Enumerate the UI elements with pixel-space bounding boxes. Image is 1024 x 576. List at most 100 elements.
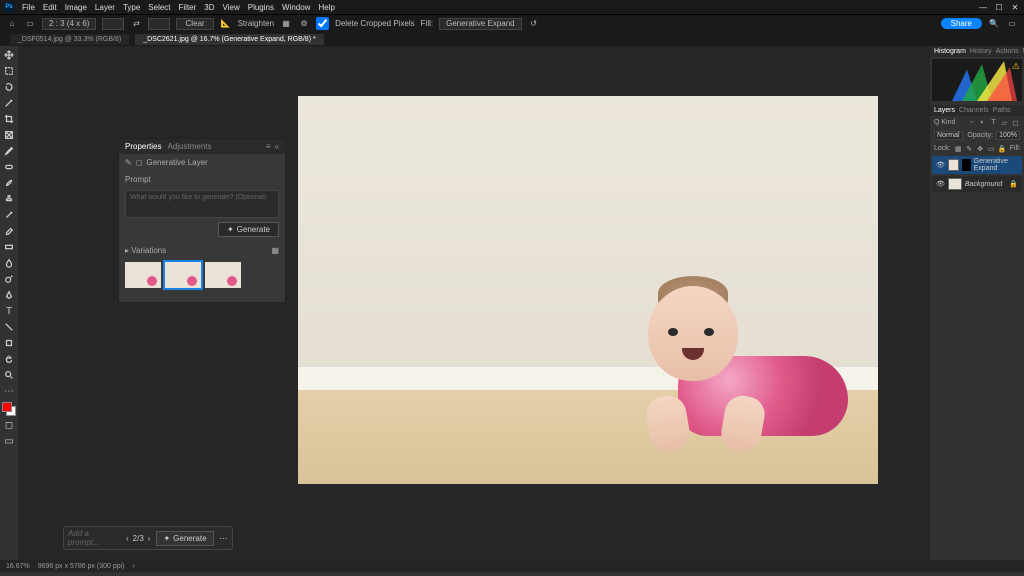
zoom-tool-icon[interactable] xyxy=(2,368,16,382)
filter-adjust-icon[interactable]: ◐ xyxy=(978,118,987,127)
zoom-level[interactable]: 16.67% xyxy=(6,563,30,570)
menu-plugins[interactable]: Plugins xyxy=(248,3,274,12)
generate-button[interactable]: ✦ Generate xyxy=(218,222,279,237)
straighten-icon[interactable]: 📐 xyxy=(220,18,232,30)
maximize-icon[interactable]: ☐ xyxy=(994,3,1004,12)
variations-label[interactable]: ▸ Variations xyxy=(125,246,166,255)
crop-width-field[interactable] xyxy=(102,18,124,30)
tab-properties[interactable]: Properties xyxy=(125,142,161,151)
tab-paths[interactable]: Paths xyxy=(993,107,1011,114)
tab-history[interactable]: History xyxy=(970,48,992,55)
clear-button[interactable]: Clear xyxy=(176,18,213,30)
blend-mode-dropdown[interactable]: Normal xyxy=(934,131,963,140)
overlay-icon[interactable]: ▦ xyxy=(280,18,292,30)
screenmode-icon[interactable]: ▭ xyxy=(2,434,16,448)
filter-smart-icon[interactable]: ◻ xyxy=(1011,118,1020,127)
menu-select[interactable]: Select xyxy=(148,3,170,12)
eraser-tool-icon[interactable] xyxy=(2,224,16,238)
crop-tool-icon[interactable]: ▭ xyxy=(24,18,36,30)
tab-channels[interactable]: Channels xyxy=(959,107,989,114)
hand-tool-icon[interactable] xyxy=(2,352,16,366)
blur-tool-icon[interactable] xyxy=(2,256,16,270)
kind-filter[interactable]: Q Kind xyxy=(934,119,955,126)
swap-icon[interactable]: ⇄ xyxy=(130,18,142,30)
ratio-preset[interactable]: 2 : 3 (4 x 6) xyxy=(42,18,96,30)
lock-icon[interactable]: 🔒 xyxy=(1009,180,1018,188)
document-tab[interactable]: _DSC2621.jpg @ 16.7% (Generative Expand,… xyxy=(135,34,323,45)
shape-tool-icon[interactable] xyxy=(2,336,16,350)
share-button[interactable]: Share xyxy=(941,18,982,29)
lock-paint-icon[interactable]: ✎ xyxy=(965,144,974,153)
taskbar-generate-button[interactable]: ✦ Generate xyxy=(156,531,213,546)
chevron-right-icon[interactable]: › xyxy=(133,563,135,570)
grid-view-icon[interactable]: ▦ xyxy=(271,246,279,255)
prompt-input[interactable]: What would you like to generate? (Option… xyxy=(125,190,279,218)
edit-toolbar-icon[interactable]: ⋯ xyxy=(2,384,16,398)
workspace-icon[interactable]: ▭ xyxy=(1006,18,1018,30)
lock-pos-icon[interactable]: ✥ xyxy=(976,144,985,153)
taskbar-prompt-input[interactable]: Add a prompt... xyxy=(68,529,120,547)
warning-icon[interactable]: ⚠ xyxy=(1012,61,1020,72)
tab-layers[interactable]: Layers xyxy=(934,107,955,114)
wand-tool-icon[interactable] xyxy=(2,96,16,110)
close-icon[interactable]: ✕ xyxy=(1010,3,1020,12)
prev-icon[interactable]: ‹ xyxy=(126,534,129,543)
menu-edit[interactable]: Edit xyxy=(43,3,57,12)
home-icon[interactable]: ⌂ xyxy=(6,18,18,30)
stamp-tool-icon[interactable] xyxy=(2,192,16,206)
layer-name[interactable]: Generative Expand xyxy=(974,158,1018,172)
delete-cropped-checkbox[interactable] xyxy=(316,17,329,30)
tab-actions[interactable]: Actions xyxy=(996,48,1019,55)
frame-tool-icon[interactable] xyxy=(2,128,16,142)
lock-all-icon[interactable]: 🔒 xyxy=(998,144,1007,153)
opacity-field[interactable]: 100% xyxy=(996,131,1020,140)
menu-filter[interactable]: Filter xyxy=(179,3,197,12)
eyedropper-tool-icon[interactable] xyxy=(2,144,16,158)
minimize-icon[interactable]: — xyxy=(978,3,988,12)
filter-shape-icon[interactable]: ▱ xyxy=(1000,118,1009,127)
fill-dropdown[interactable]: Generative Expand xyxy=(439,18,522,30)
move-tool-icon[interactable] xyxy=(2,48,16,62)
variation-thumb[interactable] xyxy=(205,262,241,288)
menu-layer[interactable]: Layer xyxy=(95,3,115,12)
tab-histogram[interactable]: Histogram xyxy=(934,48,966,55)
filter-pixel-icon[interactable]: ▫ xyxy=(967,118,976,127)
crop-tool-icon[interactable] xyxy=(2,112,16,126)
path-tool-icon[interactable] xyxy=(2,320,16,334)
menu-help[interactable]: Help xyxy=(318,3,334,12)
menu-type[interactable]: Type xyxy=(123,3,140,12)
lock-nest-icon[interactable]: ▭ xyxy=(987,144,996,153)
healing-tool-icon[interactable] xyxy=(2,160,16,174)
next-icon[interactable]: › xyxy=(148,534,151,543)
search-icon[interactable]: 🔍 xyxy=(988,18,1000,30)
dodge-tool-icon[interactable] xyxy=(2,272,16,286)
quickmask-icon[interactable]: ◻ xyxy=(2,418,16,432)
reset-icon[interactable]: ↺ xyxy=(528,18,540,30)
visibility-icon[interactable]: 👁 xyxy=(936,161,945,169)
menu-view[interactable]: View xyxy=(223,3,240,12)
panel-collapse-icon[interactable]: « xyxy=(275,142,279,151)
gradient-tool-icon[interactable] xyxy=(2,240,16,254)
doc-info[interactable]: 9696 px x 5786 px (300 ppi) xyxy=(38,563,125,570)
layer-name[interactable]: Background xyxy=(965,181,1002,188)
menu-file[interactable]: File xyxy=(22,3,35,12)
history-brush-icon[interactable] xyxy=(2,208,16,222)
document-tab[interactable]: _DSF0514.jpg @ 33.3% (RGB/8) xyxy=(10,34,129,45)
menu-window[interactable]: Window xyxy=(282,3,310,12)
tab-adjustments[interactable]: Adjustments xyxy=(167,142,211,151)
document-canvas[interactable] xyxy=(298,96,878,484)
lasso-tool-icon[interactable] xyxy=(2,80,16,94)
lock-trans-icon[interactable]: ▦ xyxy=(954,144,963,153)
more-icon[interactable]: ⋯ xyxy=(220,534,228,543)
menu-3d[interactable]: 3D xyxy=(204,3,214,12)
menu-image[interactable]: Image xyxy=(65,3,87,12)
marquee-tool-icon[interactable] xyxy=(2,64,16,78)
layer-mask-thumb[interactable] xyxy=(962,159,971,171)
color-swatch[interactable] xyxy=(2,402,16,416)
brush-tool-icon[interactable] xyxy=(2,176,16,190)
variation-thumb[interactable] xyxy=(125,262,161,288)
layer-row[interactable]: 👁 Generative Expand xyxy=(932,156,1022,174)
panel-menu-icon[interactable]: ≡ xyxy=(266,142,271,151)
type-tool-icon[interactable]: T xyxy=(2,304,16,318)
visibility-icon[interactable]: 👁 xyxy=(936,180,945,188)
